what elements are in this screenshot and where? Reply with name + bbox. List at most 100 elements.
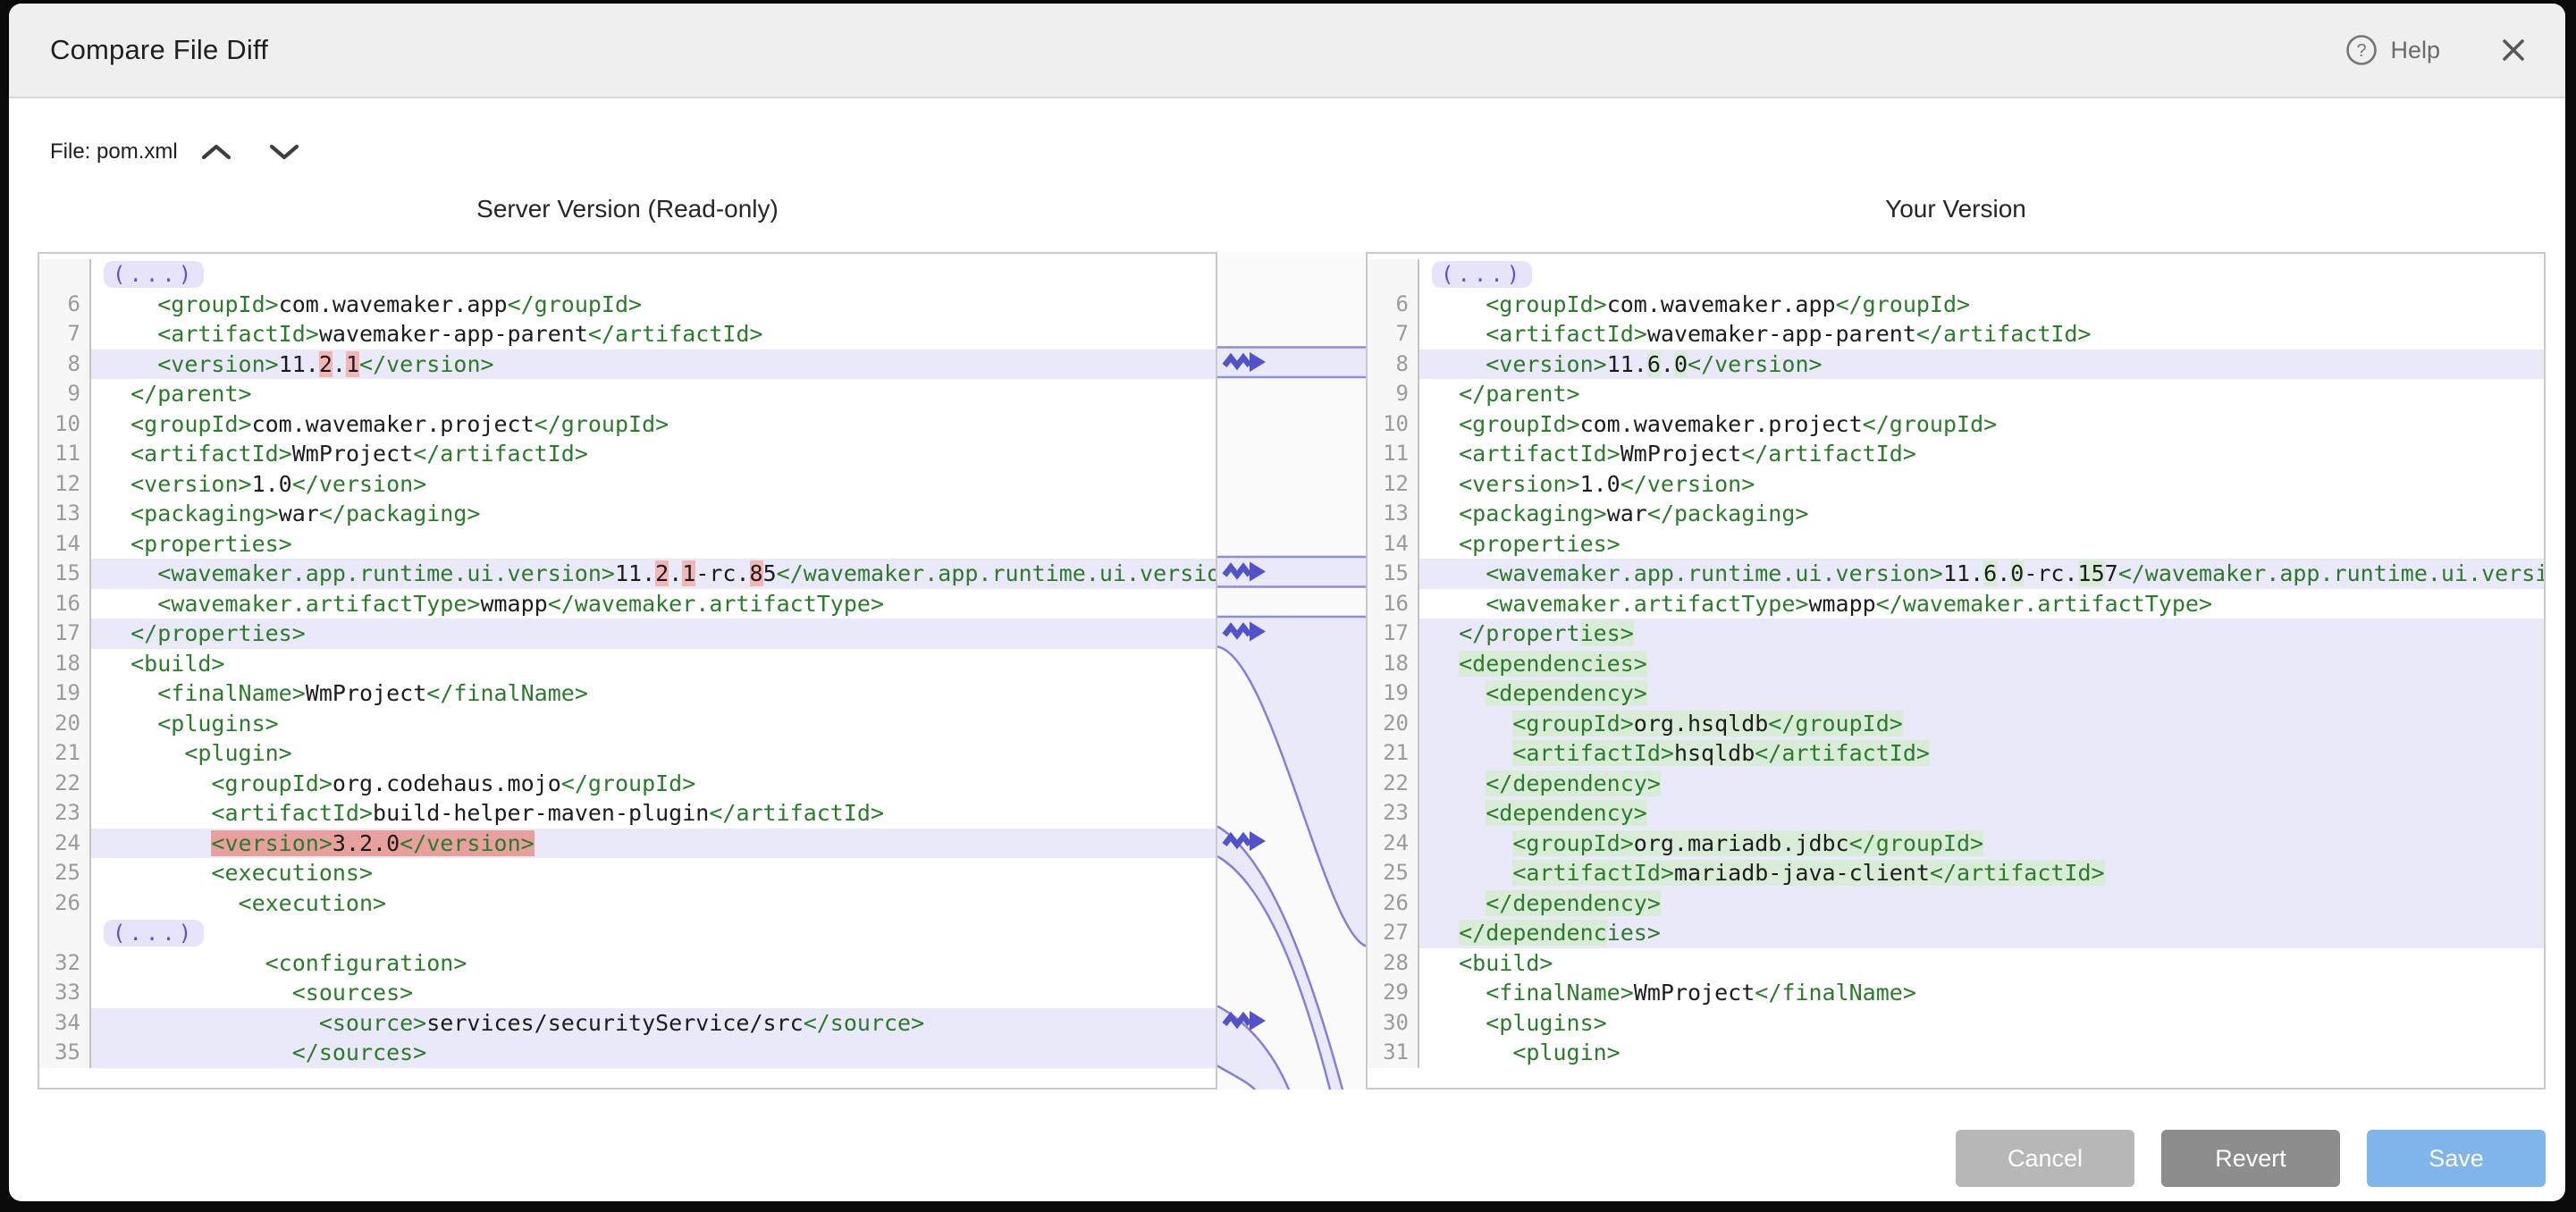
- line-number: 11: [1368, 439, 1419, 469]
- line-number: 33: [39, 978, 91, 1008]
- code-content: <dependency>: [1419, 798, 2544, 829]
- code-content: <properties>: [1419, 529, 2544, 560]
- code-content: </dependency>: [1419, 888, 2544, 919]
- code-line: 6 <groupId>com.wavemaker.app</groupId>: [39, 290, 1216, 320]
- code-content: <plugin>: [91, 738, 1216, 769]
- code-content: <groupId>org.mariadb.jdbc</groupId>: [1419, 829, 2544, 859]
- line-number: 11: [39, 439, 91, 469]
- code-line: 12 <version>1.0</version>: [1368, 469, 2544, 500]
- footer-actions: Cancel Revert Save: [1956, 1130, 2546, 1187]
- code-line: 15 <wavemaker.app.runtime.ui.version>11.…: [1368, 559, 2544, 589]
- code-line: 7 <artifactId>wavemaker-app-parent</arti…: [39, 319, 1216, 349]
- line-number: 16: [39, 589, 91, 619]
- code-line: 23 <artifactId>build-helper-maven-plugin…: [39, 798, 1216, 829]
- file-selector-row: File: pom.xml: [50, 129, 314, 175]
- code-line: 27 </dependencies>: [1368, 918, 2544, 948]
- code-content: <version>11.6.0</version>: [1419, 349, 2544, 380]
- code-content: <artifactId>mariadb-java-client</artifac…: [1419, 858, 2544, 888]
- code-content: <sources>: [91, 978, 1216, 1008]
- revert-button[interactable]: Revert: [2161, 1130, 2340, 1187]
- line-number: [1368, 259, 1419, 290]
- code-content: <artifactId>WmProject</artifactId>: [1419, 439, 2544, 469]
- code-line: 18 <build>: [39, 649, 1216, 679]
- code-line: 30 <plugins>: [1368, 1008, 2544, 1039]
- line-number: 10: [1368, 409, 1419, 440]
- line-number: 12: [1368, 469, 1419, 500]
- chevron-up-icon: [198, 141, 234, 163]
- right-code-rows: (...)6 <groupId>com.wavemaker.app</group…: [1368, 254, 2544, 1068]
- line-number: 27: [1368, 918, 1419, 948]
- code-content: <finalName>WmProject</finalName>: [91, 678, 1216, 709]
- code-content: <artifactId>WmProject</artifactId>: [91, 439, 1216, 469]
- code-line: (...): [1368, 259, 2544, 290]
- code-line: 25 <artifactId>mariadb-java-client</arti…: [1368, 858, 2544, 888]
- code-content: <wavemaker.app.runtime.ui.version>11.2.1…: [91, 559, 1216, 589]
- code-line: 34 <source>services/securityService/src<…: [39, 1008, 1216, 1039]
- right-pane[interactable]: (...)6 <groupId>com.wavemaker.app</group…: [1366, 252, 2546, 1090]
- next-file-button[interactable]: [255, 132, 314, 172]
- code-content: <wavemaker.artifactType>wmapp</wavemaker…: [1419, 589, 2544, 619]
- code-content: (...): [1419, 259, 2544, 290]
- cancel-button[interactable]: Cancel: [1956, 1130, 2134, 1187]
- code-content: <finalName>WmProject</finalName>: [1419, 978, 2544, 1008]
- code-line: 32 <configuration>: [39, 948, 1216, 979]
- code-line: 18 <dependencies>: [1368, 649, 2544, 679]
- line-number: 26: [1368, 888, 1419, 919]
- code-line: 21 <artifactId>hsqldb</artifactId>: [1368, 738, 2544, 769]
- code-line: 17 </properties>: [1368, 619, 2544, 649]
- code-line: (...): [39, 259, 1216, 290]
- code-content: (...): [91, 259, 1216, 290]
- left-pane[interactable]: (...)6 <groupId>com.wavemaker.app</group…: [38, 252, 1217, 1090]
- line-number: 14: [1368, 529, 1419, 560]
- code-content: <execution>: [91, 888, 1216, 919]
- line-number: 24: [39, 829, 91, 859]
- code-content: <source>services/securityService/src</so…: [91, 1008, 1216, 1039]
- code-line: 13 <packaging>war</packaging>: [1368, 499, 2544, 529]
- code-line: 11 <artifactId>WmProject</artifactId>: [39, 439, 1216, 469]
- line-number: 20: [39, 709, 91, 739]
- dialog-header: Compare File Diff ? Help: [9, 4, 2565, 98]
- code-line: 19 <dependency>: [1368, 678, 2544, 709]
- code-content: <artifactId>hsqldb</artifactId>: [1419, 738, 2544, 769]
- code-line: 26 <execution>: [39, 888, 1216, 919]
- collapsed-region-pill[interactable]: (...): [104, 261, 204, 288]
- file-name-label: File: pom.xml: [50, 139, 178, 164]
- line-number: 18: [39, 649, 91, 679]
- collapsed-region-pill[interactable]: (...): [1432, 261, 1532, 288]
- code-content: </properties>: [1419, 619, 2544, 649]
- save-button[interactable]: Save: [2367, 1130, 2546, 1187]
- code-line: 24 <groupId>org.mariadb.jdbc</groupId>: [1368, 829, 2544, 859]
- code-line: 24 <version>3.2.0</version>: [39, 829, 1216, 859]
- line-number: 13: [1368, 499, 1419, 529]
- previous-file-button[interactable]: [187, 132, 246, 172]
- svg-text:?: ?: [2357, 41, 2367, 61]
- line-number: 8: [1368, 349, 1419, 380]
- code-line: 16 <wavemaker.artifactType>wmapp</wavema…: [1368, 589, 2544, 619]
- help-button[interactable]: ? Help: [2345, 34, 2440, 66]
- close-icon[interactable]: [2497, 34, 2530, 66]
- left-code-rows: (...)6 <groupId>com.wavemaker.app</group…: [39, 254, 1216, 1068]
- code-line: 20 <groupId>org.hsqldb</groupId>: [1368, 709, 2544, 739]
- code-content: <executions>: [91, 858, 1216, 888]
- code-line: 13 <packaging>war</packaging>: [39, 499, 1216, 529]
- line-number: 12: [39, 469, 91, 500]
- code-line: 14 <properties>: [1368, 529, 2544, 560]
- server-version-title: Server Version (Read-only): [38, 189, 1217, 229]
- code-content: </parent>: [1419, 379, 2544, 409]
- line-number: 14: [39, 529, 91, 560]
- line-number: 35: [39, 1038, 91, 1068]
- line-number: 6: [1368, 290, 1419, 320]
- line-number: [39, 259, 91, 290]
- line-number: 20: [1368, 709, 1419, 739]
- code-content: <wavemaker.artifactType>wmapp</wavemaker…: [91, 589, 1216, 619]
- code-content: <groupId>org.codehaus.mojo</groupId>: [91, 769, 1216, 799]
- collapsed-region-pill[interactable]: (...): [104, 920, 204, 947]
- code-line: 20 <plugins>: [39, 709, 1216, 739]
- code-line: 33 <sources>: [39, 978, 1216, 1008]
- code-content: (...): [91, 918, 1216, 948]
- line-number: 29: [1368, 978, 1419, 1008]
- code-line: 8 <version>11.6.0</version>: [1368, 349, 2544, 380]
- line-number: 22: [39, 769, 91, 799]
- line-number: 13: [39, 499, 91, 529]
- code-content: </parent>: [91, 379, 1216, 409]
